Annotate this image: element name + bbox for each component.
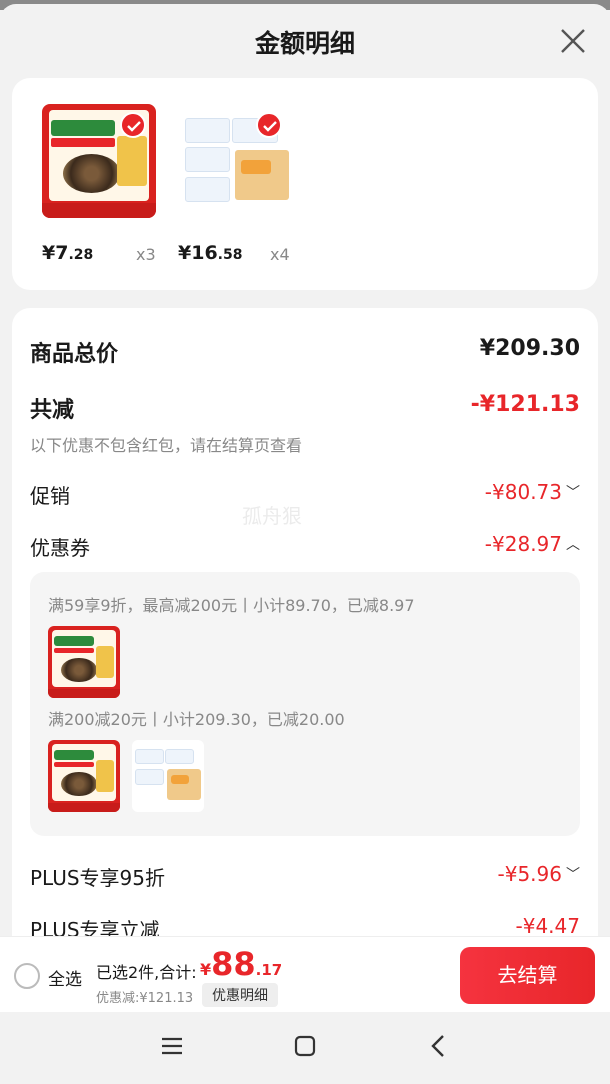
- promotion-row-value[interactable]: -¥80.73 ﹀: [485, 480, 580, 504]
- checkout-bar: 全选 已选2件,合计: ¥88.17 优惠减:¥121.13 优惠明细 去结算: [0, 936, 610, 1012]
- back-icon[interactable]: [428, 1034, 448, 1058]
- product-list-card: ¥7.28 x3 ¥16.58 x4: [12, 78, 598, 290]
- sheet-header: 金额明细: [0, 4, 610, 80]
- product-price: ¥16.58: [178, 242, 243, 264]
- discount-detail-button[interactable]: 优惠明细: [202, 983, 278, 1007]
- reduction-note: 以下优惠不包含红包，请在结算页查看: [30, 436, 303, 455]
- total-reduction-label: 共减: [30, 398, 75, 423]
- product-price: ¥7.28: [42, 242, 94, 264]
- chevron-down-icon: ﹀: [566, 485, 580, 501]
- discount-amount: 优惠减:¥121.13: [96, 991, 194, 1006]
- menu-icon[interactable]: [160, 1034, 184, 1058]
- amount-detail-sheet: 金额明细 ¥7.28 x3 ¥16.58 x4 商品总价 ¥209.30 共减 …: [0, 4, 610, 1084]
- tissue-product-thumbnail: [132, 740, 204, 812]
- total-price-value: ¥209.30: [479, 336, 580, 361]
- product-quantity: x4: [270, 245, 290, 264]
- total-amount: ¥88.17: [200, 945, 283, 983]
- plus-discount-label: PLUS专享95折: [30, 866, 165, 890]
- selected-check-icon[interactable]: [120, 112, 146, 138]
- selected-summary: 已选2件,合计:: [96, 963, 197, 982]
- coupon-row-value[interactable]: -¥28.97 ︿: [485, 532, 580, 556]
- plus-direct-value: -¥4.47: [515, 914, 580, 938]
- total-price-label: 商品总价: [30, 342, 119, 367]
- system-nav-bar: [0, 1012, 610, 1084]
- rice-product-thumbnail: [48, 740, 120, 812]
- selected-check-icon[interactable]: [256, 112, 282, 138]
- coupon-rule-text: 满200减20元丨小计209.30，已减20.00: [48, 710, 345, 729]
- checkout-button[interactable]: 去结算: [460, 947, 595, 1004]
- rice-product-thumbnail: [48, 626, 120, 698]
- plus-discount-value[interactable]: -¥5.96 ﹀: [498, 862, 580, 886]
- chevron-down-icon: ﹀: [566, 867, 580, 883]
- page-title: 金额明细: [254, 29, 355, 58]
- promotion-label: 促销: [30, 484, 70, 508]
- coupon-rule-text: 满59享9折，最高减200元丨小计89.70，已减8.97: [48, 596, 415, 615]
- product-quantity: x3: [136, 245, 156, 264]
- chevron-up-icon: ︿: [566, 537, 580, 553]
- price-breakdown-card: 商品总价 ¥209.30 共减 -¥121.13 以下优惠不包含红包，请在结算页…: [12, 308, 598, 968]
- close-icon[interactable]: [558, 26, 588, 56]
- coupon-detail-box: 满59享9折，最高减200元丨小计89.70，已减8.97 满200减20元丨小…: [30, 572, 580, 836]
- total-reduction-value: -¥121.13: [470, 392, 580, 417]
- watermark: 孤舟狠: [242, 504, 302, 528]
- select-all-label[interactable]: 全选: [48, 965, 82, 990]
- coupon-label: 优惠券: [30, 536, 90, 560]
- home-icon[interactable]: [293, 1034, 317, 1058]
- select-all-radio[interactable]: [14, 963, 40, 989]
